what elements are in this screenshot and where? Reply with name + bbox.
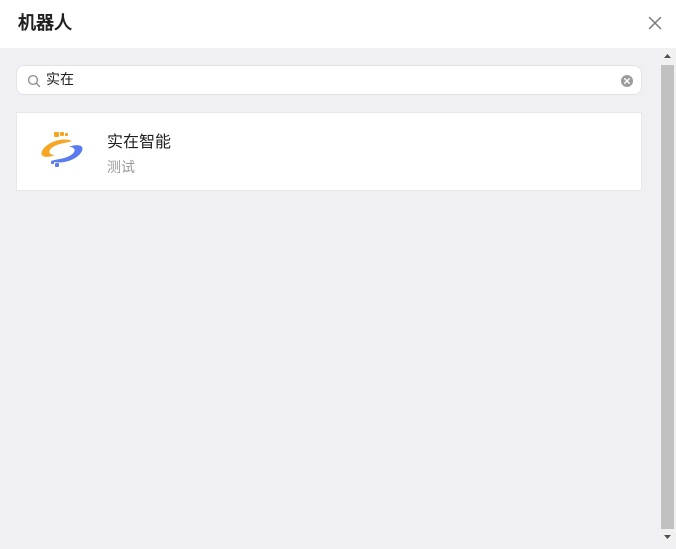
scroll-thumb[interactable] [661,65,674,529]
search-icon [27,73,41,88]
robot-name: 实在智能 [107,132,172,151]
list-item[interactable]: 实在智能 测试 [16,112,642,191]
robot-logo-icon [39,131,85,171]
scroll-up-arrow-icon[interactable] [659,48,676,64]
robot-list-panel: 实在智能 测试 [0,48,658,545]
search-input[interactable] [46,66,606,94]
vertical-scrollbar[interactable] [659,48,676,545]
clear-circle-icon[interactable] [620,73,634,87]
scroll-down-arrow-icon[interactable] [659,529,676,545]
close-icon[interactable] [646,14,664,32]
robot-description: 测试 [107,160,135,176]
dialog-header: 机器人 [0,0,676,48]
dialog-title: 机器人 [18,13,72,34]
search-box [16,65,642,95]
